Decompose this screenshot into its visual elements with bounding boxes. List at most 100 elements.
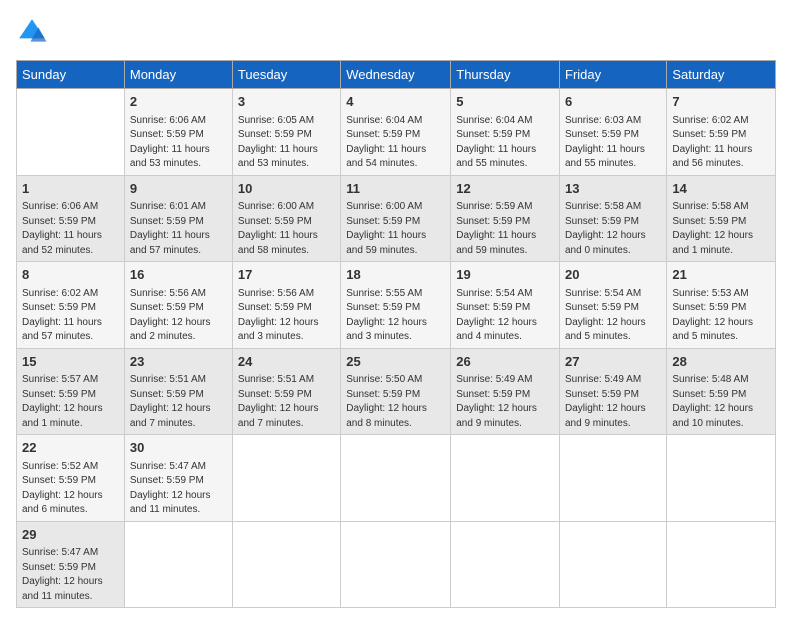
day-info: Sunrise: 6:06 AMSunset: 5:59 PMDaylight:…: [130, 115, 210, 170]
day-number: 14: [672, 180, 770, 198]
day-number: 16: [130, 266, 227, 284]
day-number: 23: [130, 353, 227, 371]
day-info: Sunrise: 5:52 AMSunset: 5:59 PMDaylight:…: [22, 461, 103, 516]
calendar-week-row: 2 Sunrise: 6:06 AMSunset: 5:59 PMDaylight…: [17, 89, 776, 176]
calendar-day-cell: 8Sunrise: 6:02 AMSunset: 5:59 PMDaylight…: [17, 262, 125, 349]
calendar-day-header: Wednesday: [341, 61, 451, 89]
day-number: 13: [565, 180, 661, 198]
calendar-day-cell: [667, 435, 776, 522]
calendar-day-cell: [667, 521, 776, 608]
day-number: 6: [565, 93, 661, 111]
day-info: Sunrise: 5:49 AMSunset: 5:59 PMDaylight:…: [565, 374, 646, 429]
day-number: 5: [456, 93, 554, 111]
calendar-day-cell: 29 Sunrise: 5:47 AMSunset: 5:59 PMDayligh…: [17, 521, 125, 608]
day-info: Sunrise: 5:57 AMSunset: 5:59 PMDaylight:…: [22, 374, 103, 429]
day-info: Sunrise: 6:00 AMSunset: 5:59 PMDaylight:…: [238, 201, 318, 256]
day-info: Sunrise: 6:04 AMSunset: 5:59 PMDaylight:…: [456, 115, 536, 170]
calendar-day-cell: [17, 89, 125, 176]
day-info: Sunrise: 6:01 AMSunset: 5:59 PMDaylight:…: [130, 201, 210, 256]
day-info: Sunrise: 5:56 AMSunset: 5:59 PMDaylight:…: [130, 288, 211, 343]
calendar-day-cell: 23 Sunrise: 5:51 AMSunset: 5:59 PMDayligh…: [124, 348, 232, 435]
calendar-day-cell: 7 Sunrise: 6:02 AMSunset: 5:59 PMDaylight…: [667, 89, 776, 176]
logo: [16, 16, 52, 48]
day-info: Sunrise: 5:58 AMSunset: 5:59 PMDaylight:…: [672, 201, 753, 256]
day-info: Sunrise: 6:04 AMSunset: 5:59 PMDaylight:…: [346, 115, 426, 170]
calendar-day-cell: 3Sunrise: 6:05 AMSunset: 5:59 PMDaylight…: [232, 89, 340, 176]
calendar-week-row: 8Sunrise: 6:02 AMSunset: 5:59 PMDaylight…: [17, 262, 776, 349]
calendar-day-cell: [232, 521, 340, 608]
day-info: Sunrise: 6:05 AMSunset: 5:59 PMDaylight:…: [238, 115, 318, 170]
day-number: 24: [238, 353, 335, 371]
day-number: 12: [456, 180, 554, 198]
calendar-day-header: Tuesday: [232, 61, 340, 89]
calendar-day-cell: 16 Sunrise: 5:56 AMSunset: 5:59 PMDayligh…: [124, 262, 232, 349]
calendar-day-cell: [451, 521, 560, 608]
calendar-table: SundayMondayTuesdayWednesdayThursdayFrid…: [16, 60, 776, 608]
day-info: Sunrise: 5:51 AMSunset: 5:59 PMDaylight:…: [130, 374, 211, 429]
calendar-day-cell: 25 Sunrise: 5:50 AMSunset: 5:59 PMDayligh…: [341, 348, 451, 435]
calendar-day-cell: 1 Sunrise: 6:06 AMSunset: 5:59 PMDaylight…: [17, 175, 125, 262]
day-info: Sunrise: 5:55 AMSunset: 5:59 PMDaylight:…: [346, 288, 427, 343]
logo-icon: [16, 16, 48, 48]
day-number: 28: [672, 353, 770, 371]
calendar-day-cell: 21Sunrise: 5:53 AMSunset: 5:59 PMDayligh…: [667, 262, 776, 349]
day-info: Sunrise: 5:47 AMSunset: 5:59 PMDaylight:…: [22, 547, 103, 602]
day-number: 25: [346, 353, 445, 371]
calendar-day-cell: 17 Sunrise: 5:56 AMSunset: 5:59 PMDayligh…: [232, 262, 340, 349]
calendar-day-cell: [232, 435, 340, 522]
calendar-week-row: 29 Sunrise: 5:47 AMSunset: 5:59 PMDayligh…: [17, 521, 776, 608]
calendar-day-header: Friday: [560, 61, 667, 89]
day-number: 11: [346, 180, 445, 198]
page-header: [16, 16, 776, 48]
calendar-day-cell: [451, 435, 560, 522]
calendar-day-header: Thursday: [451, 61, 560, 89]
day-info: Sunrise: 6:02 AMSunset: 5:59 PMDaylight:…: [672, 115, 752, 170]
calendar-day-cell: 28 Sunrise: 5:48 AMSunset: 5:59 PMDayligh…: [667, 348, 776, 435]
day-number: 1: [22, 180, 119, 198]
calendar-day-cell: 20 Sunrise: 5:54 AMSunset: 5:59 PMDayligh…: [560, 262, 667, 349]
day-info: Sunrise: 5:54 AMSunset: 5:59 PMDaylight:…: [565, 288, 646, 343]
day-info: Sunrise: 6:06 AMSunset: 5:59 PMDaylight:…: [22, 201, 102, 256]
day-number: 9: [130, 180, 227, 198]
calendar-day-cell: 22Sunrise: 5:52 AMSunset: 5:59 PMDayligh…: [17, 435, 125, 522]
day-number: 15: [22, 353, 119, 371]
calendar-day-cell: 19 Sunrise: 5:54 AMSunset: 5:59 PMDayligh…: [451, 262, 560, 349]
calendar-day-cell: [560, 521, 667, 608]
day-number: 30: [130, 439, 227, 457]
calendar-day-cell: 24 Sunrise: 5:51 AMSunset: 5:59 PMDayligh…: [232, 348, 340, 435]
calendar-day-cell: 5 Sunrise: 6:04 AMSunset: 5:59 PMDaylight…: [451, 89, 560, 176]
day-number: 29: [22, 526, 119, 544]
calendar-day-cell: [560, 435, 667, 522]
calendar-day-cell: 26Sunrise: 5:49 AMSunset: 5:59 PMDayligh…: [451, 348, 560, 435]
day-number: 4: [346, 93, 445, 111]
day-number: 2: [130, 93, 227, 111]
day-info: Sunrise: 5:53 AMSunset: 5:59 PMDaylight:…: [672, 288, 753, 343]
day-info: Sunrise: 5:48 AMSunset: 5:59 PMDaylight:…: [672, 374, 753, 429]
calendar-day-cell: [124, 521, 232, 608]
calendar-day-cell: 30Sunrise: 5:47 AMSunset: 5:59 PMDayligh…: [124, 435, 232, 522]
calendar-day-cell: 14 Sunrise: 5:58 AMSunset: 5:59 PMDayligh…: [667, 175, 776, 262]
day-info: Sunrise: 5:59 AMSunset: 5:59 PMDaylight:…: [456, 201, 536, 256]
calendar-day-cell: 13Sunrise: 5:58 AMSunset: 5:59 PMDayligh…: [560, 175, 667, 262]
day-info: Sunrise: 6:03 AMSunset: 5:59 PMDaylight:…: [565, 115, 645, 170]
calendar-day-cell: 9 Sunrise: 6:01 AMSunset: 5:59 PMDaylight…: [124, 175, 232, 262]
day-info: Sunrise: 5:49 AMSunset: 5:59 PMDaylight:…: [456, 374, 537, 429]
day-number: 17: [238, 266, 335, 284]
calendar-body: 2 Sunrise: 6:06 AMSunset: 5:59 PMDaylight…: [17, 89, 776, 608]
calendar-day-cell: [341, 521, 451, 608]
day-info: Sunrise: 5:54 AMSunset: 5:59 PMDaylight:…: [456, 288, 537, 343]
calendar-day-cell: 27Sunrise: 5:49 AMSunset: 5:59 PMDayligh…: [560, 348, 667, 435]
calendar-week-row: 1 Sunrise: 6:06 AMSunset: 5:59 PMDaylight…: [17, 175, 776, 262]
day-info: Sunrise: 5:50 AMSunset: 5:59 PMDaylight:…: [346, 374, 427, 429]
day-info: Sunrise: 5:56 AMSunset: 5:59 PMDaylight:…: [238, 288, 319, 343]
calendar-day-cell: 6 Sunrise: 6:03 AMSunset: 5:59 PMDaylight…: [560, 89, 667, 176]
day-number: 7: [672, 93, 770, 111]
calendar-day-header: Sunday: [17, 61, 125, 89]
calendar-week-row: 15 Sunrise: 5:57 AMSunset: 5:59 PMDayligh…: [17, 348, 776, 435]
calendar-day-cell: 11 Sunrise: 6:00 AMSunset: 5:59 PMDayligh…: [341, 175, 451, 262]
calendar-day-cell: 10Sunrise: 6:00 AMSunset: 5:59 PMDayligh…: [232, 175, 340, 262]
day-info: Sunrise: 6:00 AMSunset: 5:59 PMDaylight:…: [346, 201, 426, 256]
day-info: Sunrise: 5:51 AMSunset: 5:59 PMDaylight:…: [238, 374, 319, 429]
day-number: 19: [456, 266, 554, 284]
day-number: 20: [565, 266, 661, 284]
